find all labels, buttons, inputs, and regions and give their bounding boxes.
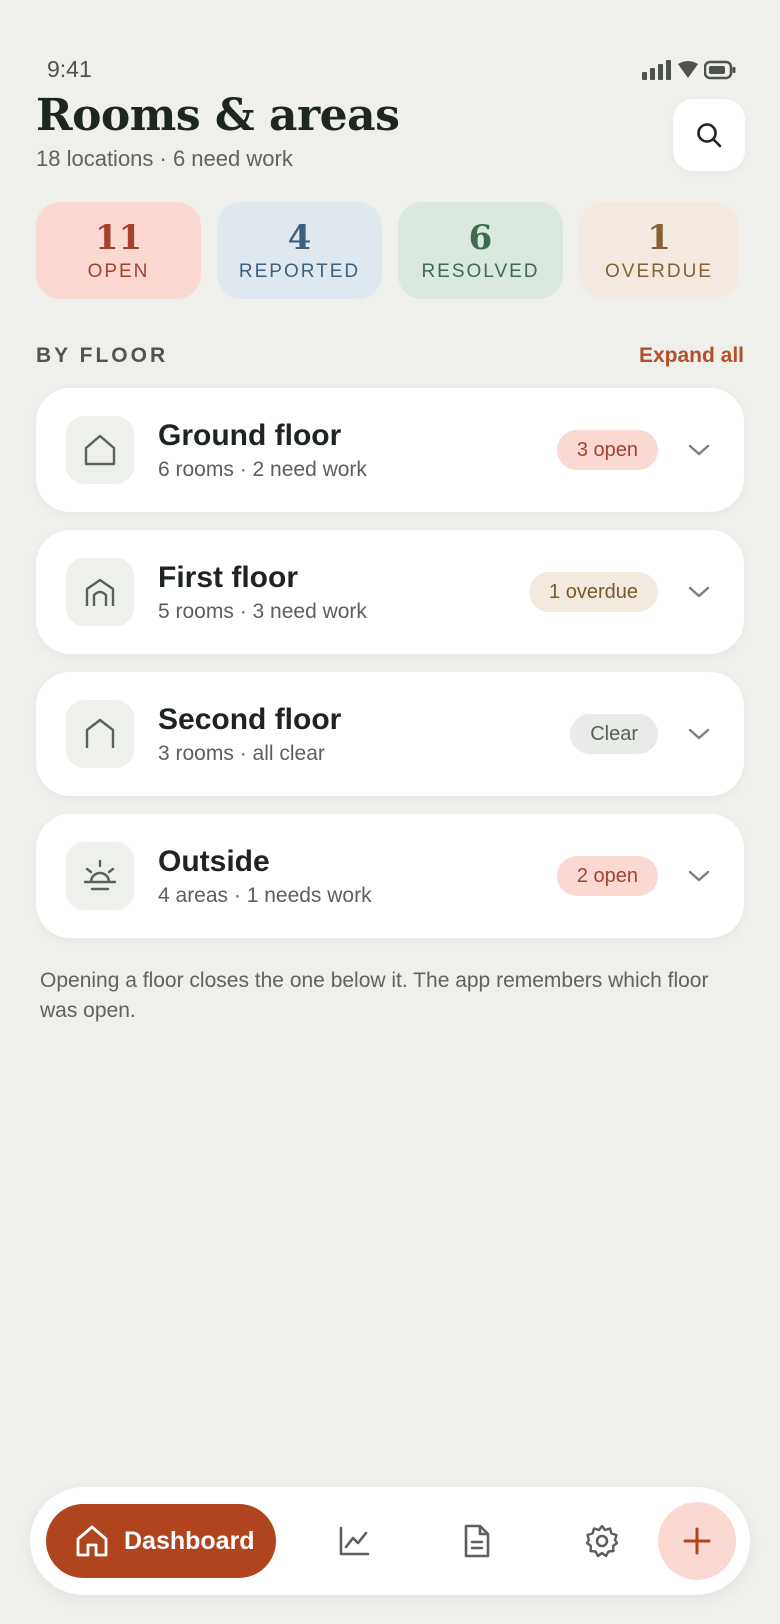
- stat-reported[interactable]: 4 REPORTED: [217, 202, 382, 299]
- stat-value: 6: [468, 217, 493, 258]
- wifi-icon: [678, 61, 698, 78]
- page-title: Rooms & areas: [36, 90, 400, 141]
- chevron-down-icon[interactable]: [684, 585, 714, 599]
- floor-name: Outside: [158, 845, 270, 878]
- sun-icon: [83, 859, 117, 891]
- search-icon: [697, 123, 722, 148]
- search-button[interactable]: [673, 99, 745, 171]
- status-badge: 2 open: [556, 856, 658, 896]
- floor-meta: 5 rooms · 3 need work: [158, 600, 367, 623]
- floor-card-ground[interactable]: Ground floor 6 rooms · 2 need work 3 ope…: [36, 388, 744, 512]
- floor-name: Second floor: [158, 703, 342, 736]
- floor-name: Ground floor: [158, 419, 342, 452]
- floor-icon-container: [66, 416, 134, 484]
- chart-icon: [339, 1526, 370, 1556]
- stat-open[interactable]: 11 OPEN: [36, 202, 201, 299]
- section-label: BY FLOOR: [36, 344, 169, 367]
- nav-dashboard-label: Dashboard: [124, 1526, 255, 1555]
- status-icons: [642, 60, 736, 80]
- stat-value: 4: [287, 217, 312, 258]
- stat-value: 1: [647, 217, 671, 258]
- nav-settings-button[interactable]: [575, 1514, 629, 1568]
- status-time: 9:41: [47, 56, 92, 82]
- stat-label: RESOLVED: [421, 260, 540, 282]
- stat-label: REPORTED: [238, 260, 361, 282]
- status-badge: 1 overdue: [529, 572, 658, 612]
- chevron-down-icon[interactable]: [684, 727, 714, 741]
- nav-document-button[interactable]: [450, 1514, 504, 1568]
- stat-resolved[interactable]: 6 RESOLVED: [398, 202, 563, 299]
- floor-card-outside[interactable]: Outside 4 areas · 1 needs work 2 open: [36, 814, 744, 938]
- status-badge: Clear: [570, 714, 658, 754]
- house-icon: [84, 434, 116, 466]
- chevron-down-icon[interactable]: [684, 443, 714, 457]
- signal-icon: [642, 60, 671, 80]
- home-icon: [76, 1525, 108, 1557]
- floor-list: Ground floor 6 rooms · 2 need work 3 ope…: [36, 388, 744, 956]
- chevron-down-icon[interactable]: [684, 869, 714, 883]
- footnote: Opening a floor closes the one below it.…: [40, 969, 709, 1022]
- nav-dashboard-button[interactable]: Dashboard: [46, 1504, 276, 1578]
- floor-meta: 3 rooms · all clear: [158, 742, 325, 765]
- floor-card-second[interactable]: Second floor 3 rooms · all clear Clear: [36, 672, 744, 796]
- floor-meta: 4 areas · 1 needs work: [158, 884, 372, 907]
- floor-icon-container: [66, 700, 134, 768]
- battery-icon: [704, 60, 736, 80]
- roof-icon: [85, 718, 115, 748]
- status-badge: 3 open: [556, 430, 658, 470]
- stat-overdue[interactable]: 1 OVERDUE: [579, 202, 739, 299]
- page-subtitle: 18 locations · 6 need work: [36, 146, 293, 171]
- arch-icon: [85, 578, 115, 606]
- add-button[interactable]: [658, 1502, 736, 1580]
- gear-icon: [585, 1524, 619, 1558]
- floor-card-first[interactable]: First floor 5 rooms · 3 need work 1 over…: [36, 530, 744, 654]
- expand-all-link[interactable]: Expand all: [639, 344, 744, 368]
- document-icon: [464, 1524, 490, 1558]
- floor-name: First floor: [158, 561, 298, 594]
- stats-row: 11 OPEN 4 REPORTED 6 RESOLVED 1 OVERDUE: [36, 202, 739, 299]
- plus-icon: [683, 1527, 711, 1555]
- stat-label: OPEN: [87, 260, 150, 282]
- stat-value: 11: [94, 217, 143, 258]
- floor-meta: 6 rooms · 2 need work: [158, 458, 367, 481]
- stat-label: OVERDUE: [605, 260, 713, 282]
- floor-icon-container: [66, 558, 134, 626]
- bottom-nav: Dashboard: [30, 1487, 750, 1595]
- floor-icon-container: [66, 842, 134, 910]
- nav-chart-button[interactable]: [327, 1514, 381, 1568]
